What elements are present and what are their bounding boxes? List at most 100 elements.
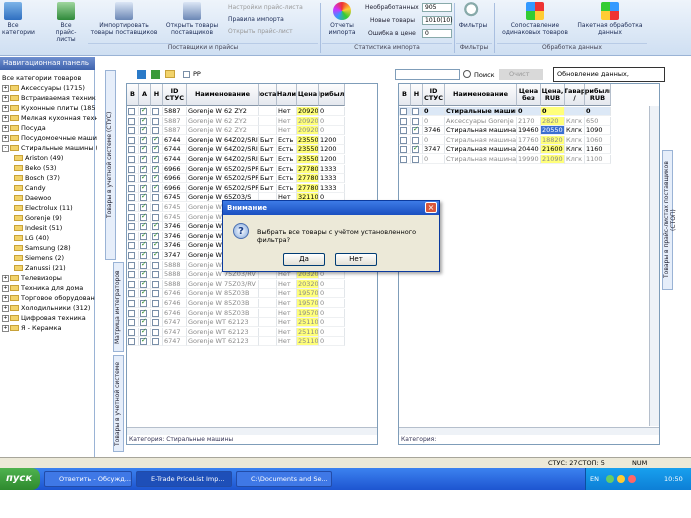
row-checkbox[interactable] — [412, 126, 419, 135]
no-button[interactable]: Нет — [335, 253, 377, 266]
tree-item[interactable]: Candy — [14, 183, 109, 193]
row-checkbox[interactable] — [400, 117, 407, 125]
row-checkbox[interactable] — [128, 338, 135, 346]
column-header[interactable]: В — [399, 84, 411, 106]
row-checkbox[interactable] — [412, 156, 419, 163]
search-button[interactable]: Поиск — [474, 71, 495, 79]
column-header[interactable]: Наименование — [445, 84, 517, 106]
column-header[interactable]: Цена без — [517, 84, 541, 106]
row-checkbox[interactable] — [128, 108, 135, 115]
row-checkbox[interactable] — [128, 232, 135, 240]
row-checkbox[interactable] — [128, 280, 135, 288]
table-row[interactable]: 0Стиральные машины000 — [399, 107, 611, 116]
row-checkbox[interactable] — [400, 146, 407, 154]
row-checkbox[interactable] — [128, 184, 135, 192]
row-checkbox[interactable] — [128, 165, 135, 173]
taskbar-item-explorer[interactable]: C:\Documents and Se... — [236, 471, 332, 487]
row-checkbox[interactable] — [152, 232, 159, 240]
start-button[interactable]: пуск — [0, 468, 40, 490]
tree-item[interactable]: + Я - Керамка — [2, 323, 97, 333]
table-row[interactable]: 3746Стиральная машина GOR1946020550Клгк1… — [399, 126, 611, 136]
row-checkbox[interactable] — [140, 165, 147, 173]
table-row[interactable]: 0Стиральная машина GOR1776018820Клгк1060 — [399, 135, 611, 145]
row-checkbox[interactable] — [152, 204, 159, 211]
row-checkbox[interactable] — [140, 184, 147, 192]
vertical-scrollbar[interactable] — [649, 106, 659, 426]
table-row[interactable]: 6747Gorenje WT 62123 Нет251100 — [127, 327, 345, 337]
row-checkbox[interactable] — [140, 251, 147, 259]
table-row[interactable]: 5888Gorenje W 75Z03/RV Нет203200 — [127, 279, 345, 289]
tray-icon[interactable] — [617, 475, 625, 483]
tab-stus-products[interactable]: Товары в учетной системе (СТУС) — [105, 70, 116, 260]
table-row[interactable]: 5887Gorenje W 62 ZY2 Нет209200 — [127, 126, 345, 136]
row-checkbox[interactable] — [140, 289, 147, 298]
taskbar-item-etrade[interactable]: E-Trade PriceList Imp... — [136, 471, 232, 487]
tree-item[interactable]: + Торговое оборудован — [2, 293, 97, 303]
expand-icon[interactable]: + — [2, 304, 9, 312]
price-settings-button[interactable]: Настройки прайс-листа — [228, 4, 303, 11]
tray-icon[interactable] — [606, 475, 614, 483]
row-checkbox[interactable] — [140, 318, 147, 327]
import-reports-button[interactable]: Отчеты импорта — [323, 2, 361, 36]
tab-integrator-matrix[interactable]: Матрица интеграторов — [113, 262, 124, 352]
row-checkbox[interactable] — [152, 127, 159, 135]
table-row[interactable]: 5887Gorenje W 62 ZY2 Нет209200 — [127, 107, 345, 116]
row-checkbox[interactable] — [152, 108, 159, 115]
column-header[interactable]: Прибыль — [319, 84, 345, 106]
row-checkbox[interactable] — [128, 300, 135, 307]
column-header[interactable]: ID СТУС — [423, 84, 445, 106]
horizontal-scrollbar[interactable] — [127, 427, 377, 435]
row-checkbox[interactable] — [152, 338, 159, 346]
row-checkbox[interactable] — [140, 136, 147, 144]
row-checkbox[interactable] — [140, 145, 147, 154]
column-header[interactable]: В — [127, 84, 139, 106]
row-checkbox[interactable] — [152, 222, 159, 231]
column-header[interactable]: Тавар / — [565, 84, 585, 106]
row-checkbox[interactable] — [128, 290, 135, 298]
tree-item[interactable]: Indesit (51) — [14, 223, 109, 233]
horizontal-scrollbar[interactable] — [399, 427, 659, 435]
tree-item[interactable]: + Телевизоры — [2, 273, 97, 283]
row-checkbox[interactable] — [152, 319, 159, 327]
table-row[interactable]: 6746Gorenje W 85Z03B Нет195700 — [127, 289, 345, 299]
row-checkbox[interactable] — [128, 328, 135, 336]
row-checkbox[interactable] — [400, 108, 407, 115]
row-checkbox[interactable] — [152, 155, 159, 163]
row-checkbox[interactable] — [128, 242, 135, 250]
close-icon[interactable]: × — [425, 202, 437, 213]
row-checkbox[interactable] — [412, 136, 419, 144]
collapse-icon[interactable]: - — [2, 144, 9, 152]
row-checkbox[interactable] — [128, 175, 135, 183]
row-checkbox[interactable] — [128, 213, 135, 221]
expand-icon[interactable]: + — [2, 324, 9, 332]
folder-icon[interactable] — [165, 70, 175, 78]
tab-supplier-products[interactable]: Товары в прайс-листах поставщиков (СТОП) — [662, 150, 677, 290]
row-checkbox[interactable] — [128, 127, 135, 135]
table-row[interactable]: 0Стиральная машина GOR1999021090Клгк1100 — [399, 155, 611, 164]
row-checkbox[interactable] — [128, 136, 135, 144]
table-row[interactable]: 6747Gorenje WT 62123 Нет251100 — [127, 318, 345, 328]
row-checkbox[interactable] — [140, 337, 147, 346]
table-row[interactable]: 0Аксессуары Gorenje веза21702820Клгк650 — [399, 116, 611, 126]
row-checkbox[interactable] — [152, 251, 159, 259]
row-checkbox[interactable] — [128, 271, 135, 279]
expand-icon[interactable]: + — [2, 94, 9, 102]
column-header[interactable]: Наименование — [187, 84, 259, 106]
tree-item[interactable]: + Аксессуары (1715) — [2, 83, 97, 93]
tray-icon[interactable] — [628, 475, 636, 483]
row-checkbox[interactable] — [152, 174, 159, 183]
expand-icon[interactable]: + — [2, 284, 9, 292]
expand-icon[interactable]: + — [2, 134, 9, 142]
tree-item[interactable]: + Кухонные плиты (185 — [2, 103, 97, 113]
row-checkbox[interactable] — [140, 270, 147, 279]
tree-item[interactable]: Zanussi (21) — [14, 263, 109, 273]
table-row[interactable]: 6747Gorenje WT 62123 Нет251100 — [127, 337, 345, 347]
tree-item[interactable]: + Цифровая техника — [2, 313, 97, 323]
column-header[interactable]: Нали — [277, 84, 297, 106]
tree-item[interactable]: Daewoo — [14, 193, 109, 203]
expand-icon[interactable]: + — [2, 274, 9, 282]
row-checkbox[interactable] — [128, 146, 135, 154]
row-checkbox[interactable] — [128, 319, 135, 327]
table-row[interactable]: 6746Gorenje W 85Z03B Нет195700 — [127, 308, 345, 318]
row-checkbox[interactable] — [128, 252, 135, 259]
